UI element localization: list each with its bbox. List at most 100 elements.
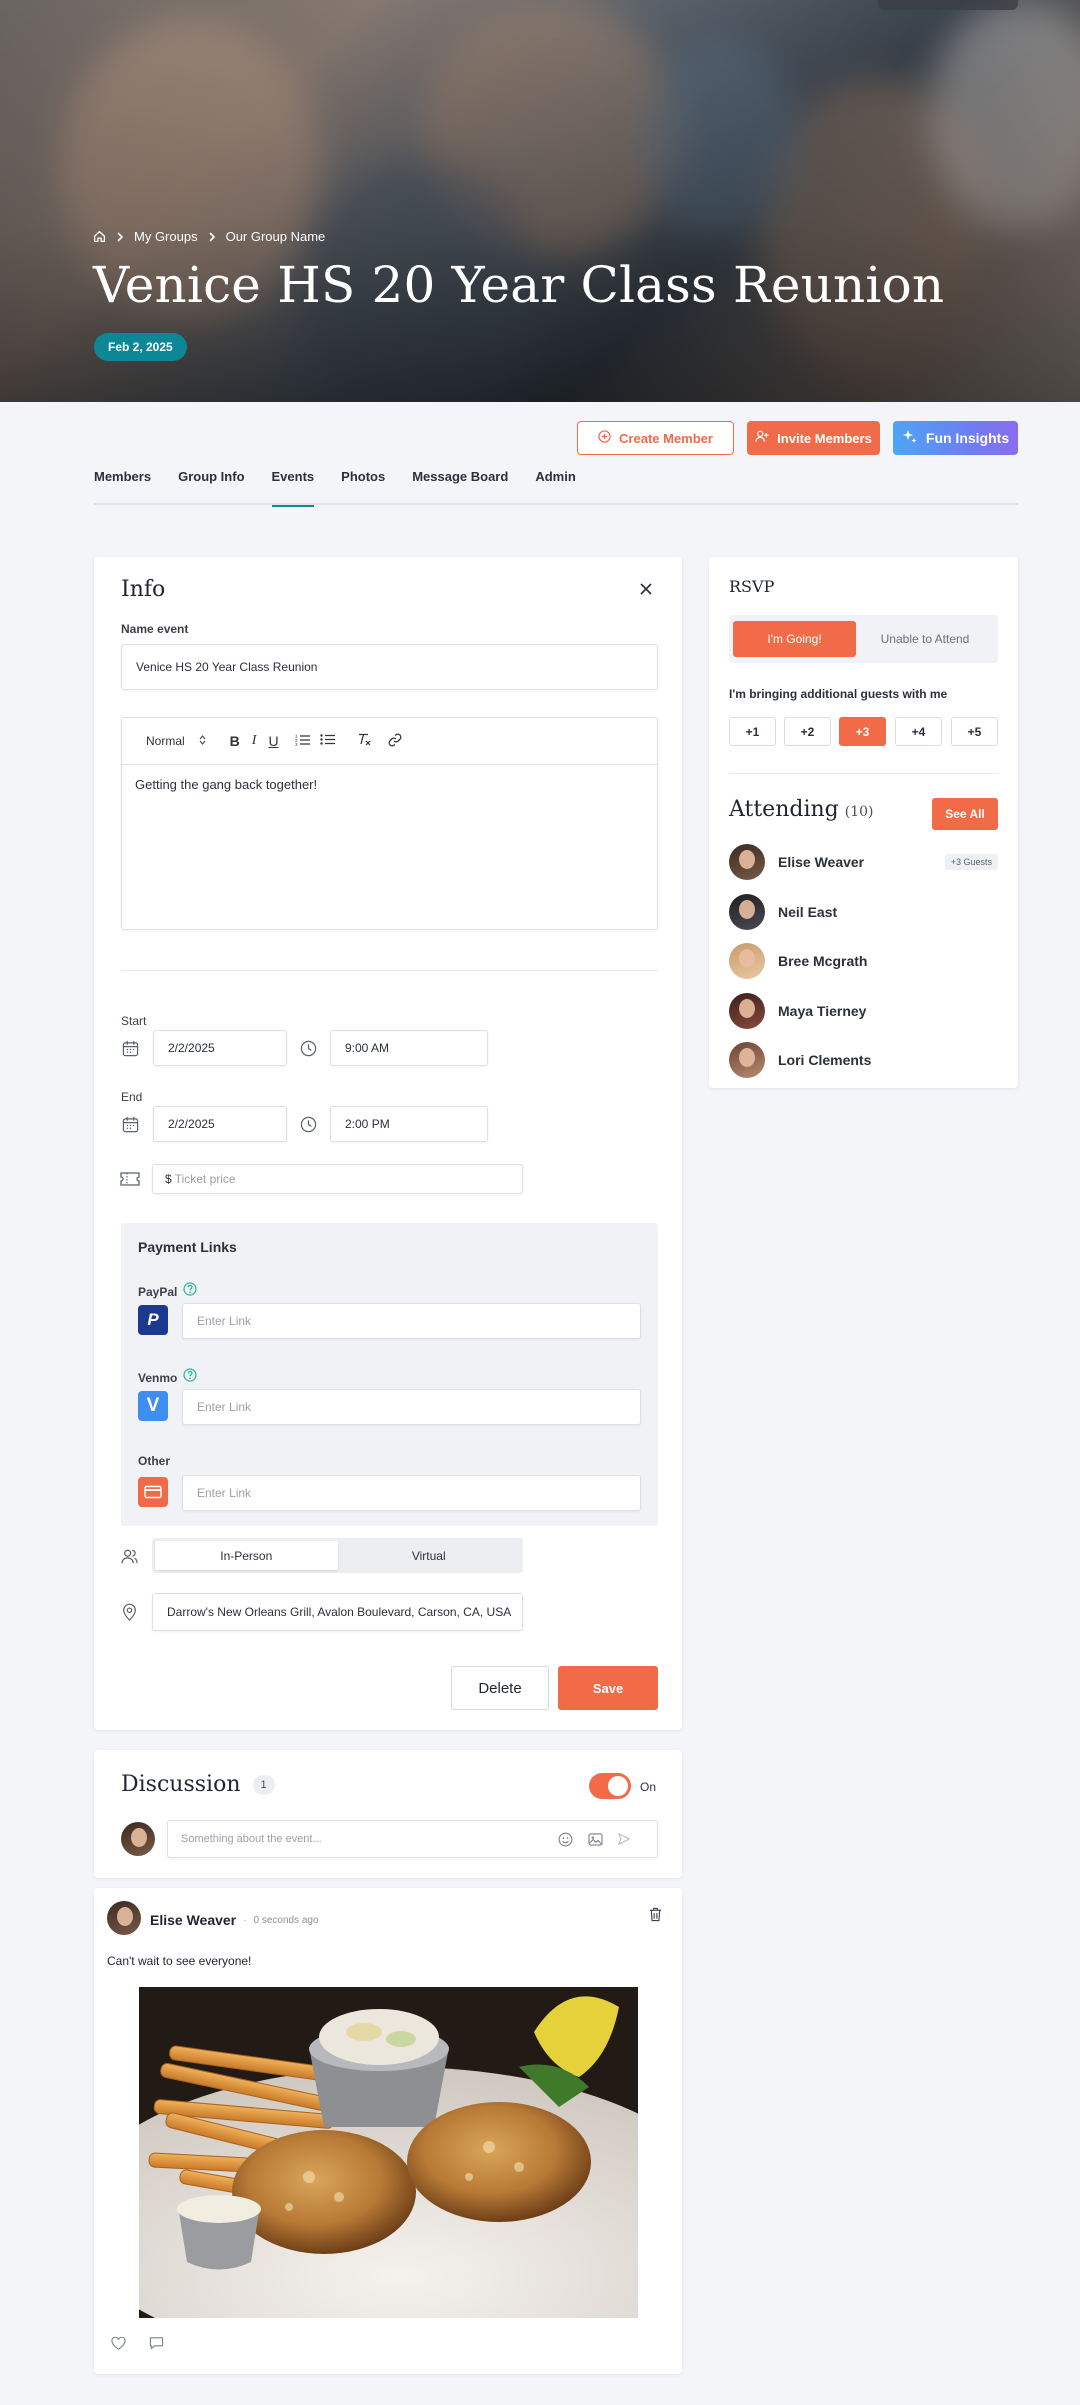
tab-events[interactable]: Events bbox=[271, 469, 314, 507]
post-author[interactable]: Elise Weaver bbox=[150, 1912, 236, 1928]
attendee-row[interactable]: Elise Weaver bbox=[729, 844, 864, 880]
comment-icon[interactable] bbox=[147, 2335, 165, 2351]
attending-title: Attending bbox=[729, 797, 839, 822]
guest-option-5[interactable]: +5 bbox=[951, 717, 998, 746]
guest-option-1[interactable]: +1 bbox=[729, 717, 776, 746]
ticket-price-input[interactable]: $ Ticket price bbox=[152, 1164, 523, 1194]
event-info-card: Info Name event Venice HS 20 Year Class … bbox=[94, 557, 682, 1730]
post-photo[interactable] bbox=[139, 1987, 638, 2318]
home-icon[interactable] bbox=[93, 230, 106, 243]
end-date-input[interactable]: 2/2/2025 bbox=[153, 1106, 287, 1142]
create-member-button[interactable]: Create Member bbox=[577, 421, 734, 455]
attending-count: (10) bbox=[844, 804, 874, 820]
invite-members-button[interactable]: Invite Members bbox=[747, 421, 880, 455]
event-name-input[interactable]: Venice HS 20 Year Class Reunion bbox=[121, 644, 658, 690]
post-text: Can't wait to see everyone! bbox=[107, 1954, 252, 1968]
guest-option-2[interactable]: +2 bbox=[784, 717, 831, 746]
chevron-right-icon bbox=[208, 231, 216, 242]
avatar bbox=[729, 844, 765, 880]
image-icon[interactable] bbox=[587, 1831, 603, 1847]
guest-option-4[interactable]: +4 bbox=[895, 717, 942, 746]
avatar bbox=[107, 1901, 141, 1935]
group-tabs: Members Group Info Events Photos Message… bbox=[94, 469, 1018, 507]
end-time-input[interactable]: 2:00 PM bbox=[330, 1106, 488, 1142]
rsvp-card: RSVP I'm Going! Unable to Attend I'm bri… bbox=[709, 557, 1018, 1088]
paypal-icon: P bbox=[138, 1305, 168, 1335]
avatar bbox=[729, 943, 765, 979]
comment-placeholder: Something about the event... bbox=[181, 1833, 322, 1845]
create-member-label: Create Member bbox=[619, 430, 713, 446]
tab-members[interactable]: Members bbox=[94, 469, 151, 505]
bold-icon[interactable]: B bbox=[230, 733, 240, 749]
breadcrumb-my-groups[interactable]: My Groups bbox=[134, 229, 198, 244]
clock-icon bbox=[299, 1039, 317, 1057]
attending-heading: Attending (10) bbox=[729, 797, 874, 822]
venmo-link-input[interactable]: Enter Link bbox=[182, 1389, 641, 1425]
guest-option-3[interactable]: +3 bbox=[839, 717, 886, 746]
tab-photos[interactable]: Photos bbox=[341, 469, 385, 505]
currency-symbol: $ bbox=[165, 1172, 172, 1186]
plus-circle-icon bbox=[598, 430, 611, 446]
underline-icon[interactable]: U bbox=[268, 733, 278, 749]
see-all-button[interactable]: See All bbox=[932, 798, 998, 830]
event-date-badge: Feb 2, 2025 bbox=[94, 333, 187, 361]
venmo-label: Venmo bbox=[138, 1370, 178, 1385]
description-text[interactable]: Getting the gang back together! bbox=[122, 765, 657, 804]
text-style-select[interactable]: Normal bbox=[146, 734, 206, 748]
tab-message-board[interactable]: Message Board bbox=[412, 469, 508, 505]
delete-button[interactable]: Delete bbox=[451, 1666, 549, 1710]
discussion-heading: Discussion 1 bbox=[121, 1772, 275, 1797]
divider bbox=[729, 773, 998, 774]
avatar bbox=[729, 993, 765, 1029]
users-icon bbox=[120, 1547, 138, 1565]
attendee-name: Maya Tierney bbox=[778, 1003, 867, 1019]
like-icon[interactable] bbox=[109, 2335, 127, 2351]
save-button[interactable]: Save bbox=[558, 1666, 658, 1710]
virtual-option[interactable]: Virtual bbox=[338, 1541, 521, 1570]
start-label: Start bbox=[121, 1014, 147, 1028]
breadcrumb: My Groups Our Group Name bbox=[93, 229, 325, 244]
svg-text:3: 3 bbox=[295, 742, 298, 746]
fun-insights-label: Fun Insights bbox=[925, 430, 1010, 446]
trash-icon[interactable] bbox=[647, 1906, 663, 1922]
attendee-row[interactable]: Lori Clements bbox=[729, 1042, 871, 1078]
attendee-row[interactable]: Neil East bbox=[729, 894, 837, 930]
paypal-label: PayPal bbox=[138, 1284, 178, 1299]
discussion-toggle[interactable] bbox=[589, 1773, 631, 1799]
rsvp-toggle: I'm Going! Unable to Attend bbox=[729, 615, 998, 663]
tab-admin[interactable]: Admin bbox=[535, 469, 575, 505]
paypal-link-input[interactable]: Enter Link bbox=[182, 1303, 641, 1339]
bullet-list-icon[interactable] bbox=[319, 733, 335, 749]
comment-input[interactable]: Something about the event... bbox=[167, 1820, 658, 1858]
ordered-list-icon[interactable]: 123 bbox=[295, 733, 310, 749]
close-icon[interactable] bbox=[638, 581, 654, 597]
credit-card-icon bbox=[138, 1477, 168, 1507]
attendee-row[interactable]: Maya Tierney bbox=[729, 993, 866, 1029]
clock-icon bbox=[299, 1115, 317, 1133]
attendee-row[interactable]: Bree Mcgrath bbox=[729, 943, 867, 979]
help-icon[interactable] bbox=[183, 1368, 197, 1387]
send-icon[interactable] bbox=[616, 1831, 632, 1847]
link-icon[interactable] bbox=[388, 733, 402, 750]
unable-to-attend-button[interactable]: Unable to Attend bbox=[856, 621, 994, 657]
fun-insights-button[interactable]: Fun Insights bbox=[893, 421, 1018, 455]
up-down-icon bbox=[199, 734, 206, 748]
help-icon[interactable] bbox=[183, 1282, 197, 1301]
location-input[interactable]: Darrow's New Orleans Grill, Avalon Boule… bbox=[152, 1593, 523, 1631]
hero-banner: My Groups Our Group Name Venice HS 20 Ye… bbox=[0, 0, 1080, 402]
start-time-input[interactable]: 9:00 AM bbox=[330, 1030, 488, 1066]
in-person-option[interactable]: In-Person bbox=[155, 1541, 338, 1570]
sparkles-icon bbox=[902, 429, 918, 448]
clear-format-icon[interactable] bbox=[357, 733, 372, 749]
emoji-icon[interactable] bbox=[557, 1831, 573, 1847]
italic-icon[interactable]: I bbox=[252, 733, 257, 749]
breadcrumb-group-name[interactable]: Our Group Name bbox=[226, 229, 326, 244]
tab-group-info[interactable]: Group Info bbox=[178, 469, 244, 505]
name-event-label: Name event bbox=[121, 622, 189, 636]
rsvp-title: RSVP bbox=[729, 577, 775, 596]
other-link-input[interactable]: Enter Link bbox=[182, 1475, 641, 1511]
user-plus-icon bbox=[755, 430, 769, 446]
venmo-icon: V bbox=[138, 1391, 168, 1421]
im-going-button[interactable]: I'm Going! bbox=[733, 621, 856, 657]
start-date-input[interactable]: 2/2/2025 bbox=[153, 1030, 287, 1066]
